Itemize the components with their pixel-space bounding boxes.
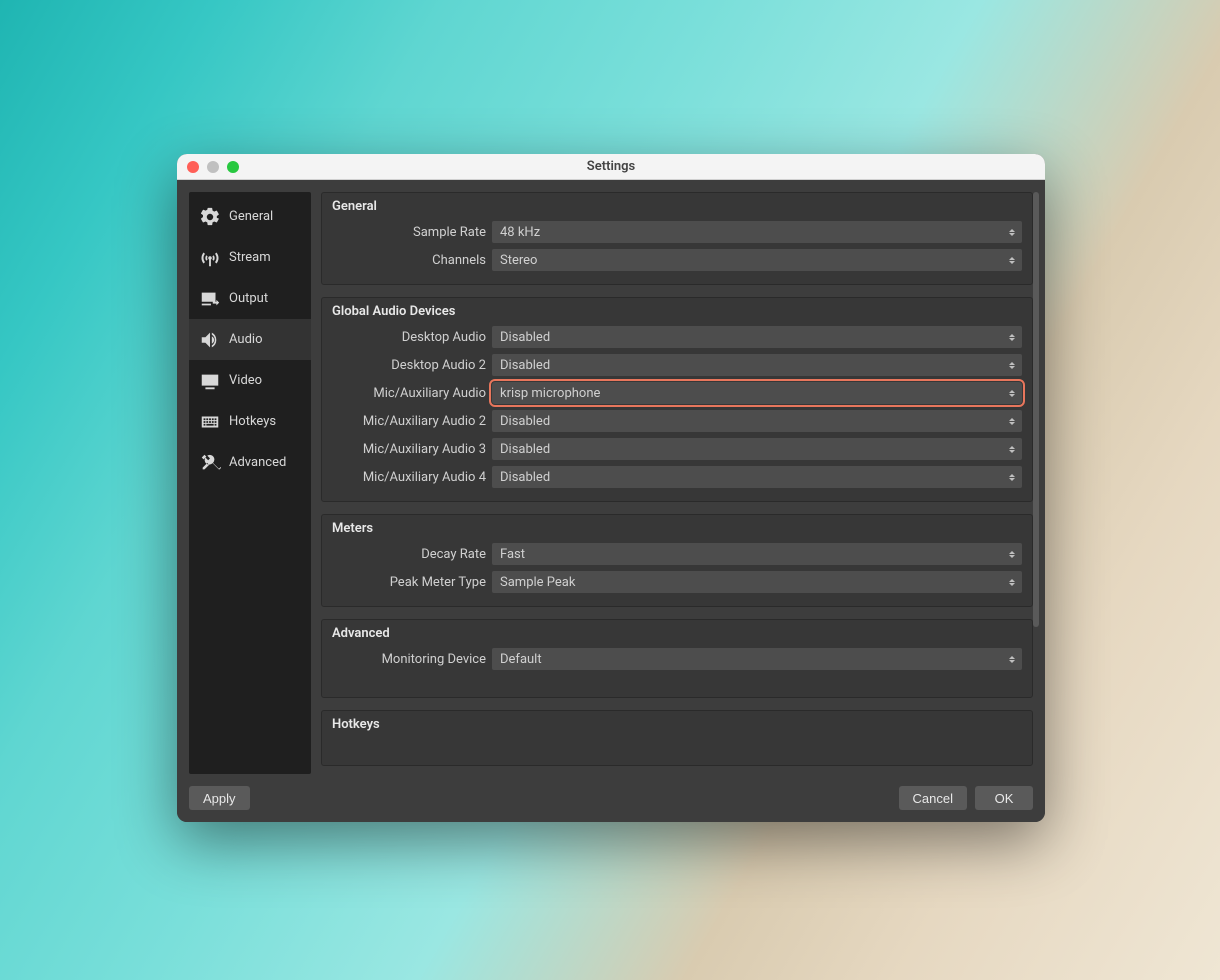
sidebar-item-label: Advanced	[229, 455, 286, 470]
updown-icon	[1006, 413, 1018, 429]
peak-meter-type-label: Peak Meter Type	[332, 575, 486, 590]
stream-icon	[197, 247, 223, 269]
titlebar: Settings	[177, 154, 1045, 180]
select-value: Fast	[500, 547, 525, 562]
mic-aux-2-label: Mic/Auxiliary Audio 2	[332, 414, 486, 429]
video-icon	[197, 370, 223, 392]
select-value: Disabled	[500, 358, 550, 373]
section-title: Meters	[332, 521, 1022, 536]
updown-icon	[1006, 252, 1018, 268]
sidebar-item-video[interactable]: Video	[189, 360, 311, 401]
sidebar-item-label: Output	[229, 291, 268, 306]
cancel-button[interactable]: Cancel	[899, 786, 967, 810]
keyboard-icon	[197, 411, 223, 433]
updown-icon	[1006, 546, 1018, 562]
ok-button[interactable]: OK	[975, 786, 1033, 810]
updown-icon	[1006, 357, 1018, 373]
select-value: Disabled	[500, 442, 550, 457]
sidebar-item-label: Video	[229, 373, 262, 388]
mic-aux-label: Mic/Auxiliary Audio	[332, 386, 486, 401]
decay-rate-select[interactable]: Fast	[492, 543, 1022, 565]
sidebar-item-label: Hotkeys	[229, 414, 276, 429]
section-hotkeys: Hotkeys	[321, 710, 1033, 766]
desktop-audio-2-select[interactable]: Disabled	[492, 354, 1022, 376]
sidebar-item-label: Stream	[229, 250, 271, 265]
select-value: Stereo	[500, 253, 537, 268]
peak-meter-type-select[interactable]: Sample Peak	[492, 571, 1022, 593]
sample-rate-label: Sample Rate	[332, 225, 486, 240]
sidebar-item-audio[interactable]: Audio	[189, 319, 311, 360]
select-value: krisp microphone	[500, 386, 600, 401]
sidebar-item-label: General	[229, 209, 273, 224]
traffic-lights	[187, 161, 239, 173]
select-value: Disabled	[500, 414, 550, 429]
monitoring-device-label: Monitoring Device	[332, 652, 486, 667]
section-advanced: Advanced Monitoring Device Default	[321, 619, 1033, 698]
updown-icon	[1006, 385, 1018, 401]
channels-label: Channels	[332, 253, 486, 268]
sidebar-item-stream[interactable]: Stream	[189, 237, 311, 278]
updown-icon	[1006, 329, 1018, 345]
section-title: General	[332, 199, 1022, 214]
section-title: Advanced	[332, 626, 1022, 641]
zoom-window-button[interactable]	[227, 161, 239, 173]
section-global-audio-devices: Global Audio Devices Desktop Audio Disab…	[321, 297, 1033, 502]
mic-aux-2-select[interactable]: Disabled	[492, 410, 1022, 432]
desktop-audio-select[interactable]: Disabled	[492, 326, 1022, 348]
desktop-audio-label: Desktop Audio	[332, 330, 486, 345]
settings-content: General Sample Rate 48 kHz Channels Ster…	[321, 192, 1033, 774]
sidebar-item-advanced[interactable]: Advanced	[189, 442, 311, 483]
sidebar-item-hotkeys[interactable]: Hotkeys	[189, 401, 311, 442]
updown-icon	[1006, 651, 1018, 667]
decay-rate-label: Decay Rate	[332, 547, 486, 562]
updown-icon	[1006, 574, 1018, 590]
scrollbar[interactable]	[1033, 192, 1039, 627]
mic-aux-3-select[interactable]: Disabled	[492, 438, 1022, 460]
updown-icon	[1006, 469, 1018, 485]
window-title: Settings	[177, 159, 1045, 174]
section-title: Hotkeys	[332, 717, 1022, 732]
sidebar-item-label: Audio	[229, 332, 262, 347]
select-value: Disabled	[500, 330, 550, 345]
select-value: Disabled	[500, 470, 550, 485]
mic-aux-select[interactable]: krisp microphone	[492, 382, 1022, 404]
section-title: Global Audio Devices	[332, 304, 1022, 319]
sidebar-item-general[interactable]: General	[189, 196, 311, 237]
monitoring-device-select[interactable]: Default	[492, 648, 1022, 670]
sidebar-item-output[interactable]: Output	[189, 278, 311, 319]
minimize-window-button[interactable]	[207, 161, 219, 173]
settings-window: Settings General Stream	[177, 154, 1045, 822]
apply-button[interactable]: Apply	[189, 786, 250, 810]
desktop-audio-2-label: Desktop Audio 2	[332, 358, 486, 373]
updown-icon	[1006, 441, 1018, 457]
section-general: General Sample Rate 48 kHz Channels Ster…	[321, 192, 1033, 285]
dialog-footer: Apply Cancel OK	[189, 774, 1033, 810]
updown-icon	[1006, 224, 1018, 240]
sample-rate-select[interactable]: 48 kHz	[492, 221, 1022, 243]
select-value: Default	[500, 652, 542, 667]
audio-icon	[197, 329, 223, 351]
section-meters: Meters Decay Rate Fast Peak Meter Type S…	[321, 514, 1033, 607]
mic-aux-4-label: Mic/Auxiliary Audio 4	[332, 470, 486, 485]
settings-sidebar: General Stream Output	[189, 192, 311, 774]
tools-icon	[197, 452, 223, 474]
output-icon	[197, 288, 223, 310]
channels-select[interactable]: Stereo	[492, 249, 1022, 271]
select-value: 48 kHz	[500, 225, 540, 240]
select-value: Sample Peak	[500, 575, 575, 590]
mic-aux-3-label: Mic/Auxiliary Audio 3	[332, 442, 486, 457]
mic-aux-4-select[interactable]: Disabled	[492, 466, 1022, 488]
gear-icon	[197, 206, 223, 228]
close-window-button[interactable]	[187, 161, 199, 173]
